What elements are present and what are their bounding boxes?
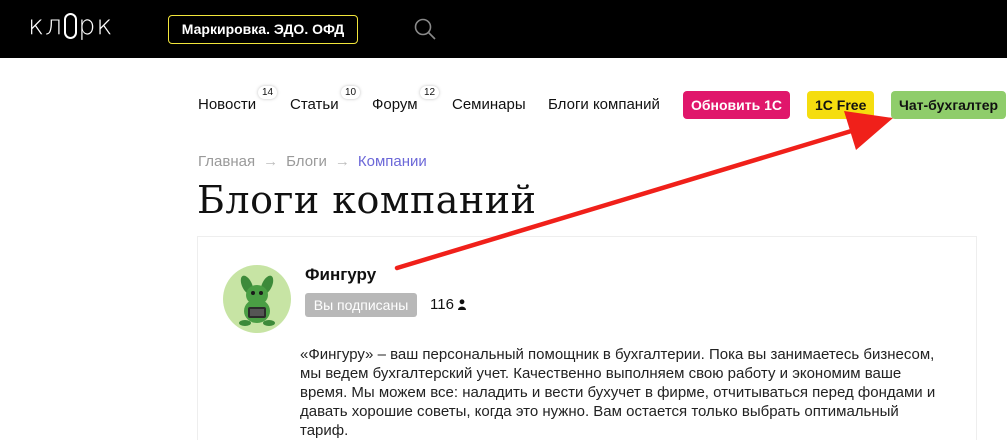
subscriber-count-value: 116 (430, 296, 454, 313)
logo-text-left: кл (28, 10, 64, 41)
person-icon (458, 299, 467, 310)
1c-free-button[interactable]: 1С Free (807, 91, 875, 119)
paperclip-icon (64, 13, 78, 39)
description-line: тариф. (300, 422, 349, 439)
top-header: кл рк Маркировка. ЭДО. ОФД (0, 0, 1007, 58)
breadcrumb-separator: → (334, 153, 350, 170)
nav-item-forum[interactable]: Форум 12 (372, 86, 440, 113)
breadcrumb-current[interactable]: Компании (358, 153, 427, 170)
news-count-badge: 14 (258, 86, 278, 99)
breadcrumb-separator: → (263, 153, 279, 170)
nav-label: Блоги компаний (548, 96, 660, 113)
update-1c-button[interactable]: Обновить 1С (683, 91, 791, 119)
search-icon[interactable] (414, 18, 436, 40)
logo-text-right: рк (78, 10, 114, 41)
nav-label: Новости (198, 96, 257, 113)
site-logo[interactable]: кл рк (28, 10, 113, 41)
subscribed-button[interactable]: Вы подписаны (305, 293, 417, 317)
description-line: «Фингуру» – ваш персональный помощник в … (300, 346, 935, 363)
blog-avatar[interactable] (223, 265, 291, 333)
breadcrumb: Главная → Блоги → Компании (198, 153, 427, 170)
nav-label: Статьи (290, 96, 339, 113)
chat-accountant-button[interactable]: Чат-бухгалтер (891, 91, 1007, 119)
kangaroo-logo-icon (239, 275, 275, 326)
description-line: время. Мы можем все: наладить и вести бу… (300, 384, 936, 401)
blog-name[interactable]: Фингуру (305, 265, 376, 285)
articles-count-badge: 10 (341, 86, 361, 99)
nav-label: Форум (372, 96, 418, 113)
forum-count-badge: 12 (420, 86, 440, 99)
marking-edo-ofd-button[interactable]: Маркировка. ЭДО. ОФД (168, 15, 358, 44)
breadcrumb-blogs[interactable]: Блоги (286, 153, 327, 170)
blog-description: «Фингуру» – ваш персональный помощник в … (300, 345, 960, 440)
nav-item-articles[interactable]: Статьи 10 (290, 86, 361, 113)
nav-item-seminars[interactable]: Семинары (452, 96, 526, 113)
subscriber-count: 116 (430, 296, 467, 313)
breadcrumb-home[interactable]: Главная (198, 153, 255, 170)
description-line: давать хорошие советы, когда это нужно. … (300, 403, 899, 420)
nav-item-company-blogs[interactable]: Блоги компаний (548, 96, 660, 113)
description-line: мы ведем бухгалтерский учет. Качественно… (300, 365, 902, 382)
nav-item-news[interactable]: Новости 14 (198, 86, 278, 113)
nav-label: Семинары (452, 96, 526, 113)
page-title: Блоги компаний (197, 178, 537, 222)
